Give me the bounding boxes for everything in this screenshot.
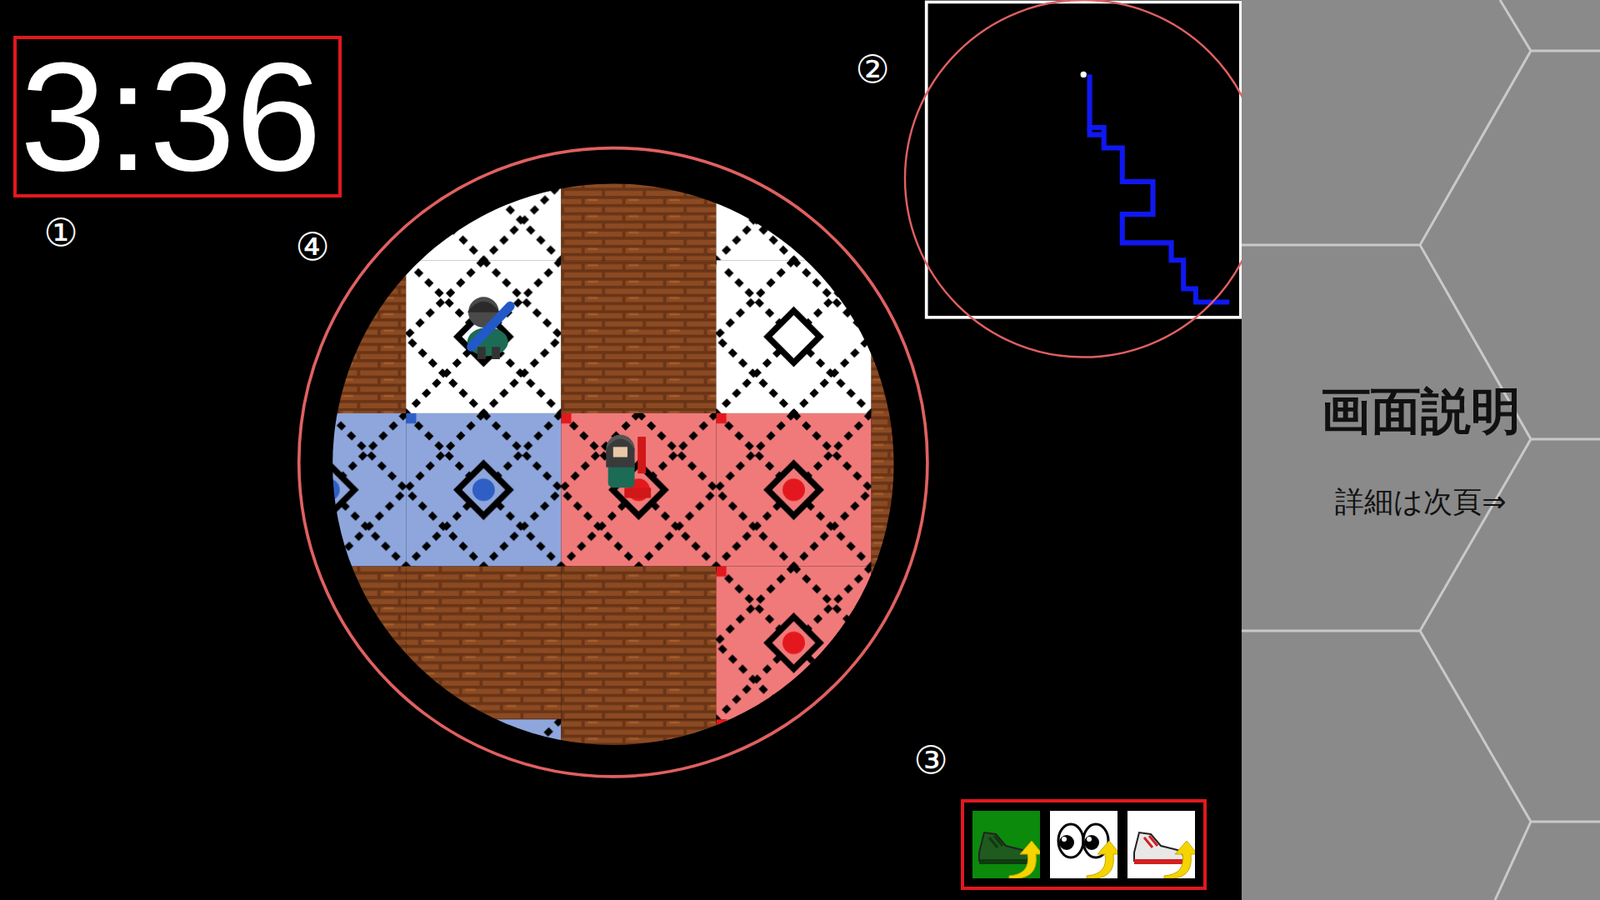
item-slot[interactable] [972, 810, 1040, 879]
panel-title: 画面説明 [1320, 380, 1521, 441]
player-character-icon [605, 435, 651, 499]
item-slot[interactable] [1127, 810, 1195, 879]
shoes-item-icon[interactable] [1127, 810, 1195, 879]
info-panel: 画面説明詳細は次頁⇒ [1241, 0, 1600, 900]
annotation-number: ① [43, 211, 78, 255]
speed-item-icon[interactable] [972, 810, 1040, 879]
minimap [926, 1, 1241, 317]
item-slot[interactable] [1050, 810, 1118, 879]
panel-text: 画面説明詳細は次頁⇒ [1320, 380, 1521, 520]
enemy-character-icon [467, 296, 510, 360]
annotation-number: ③ [913, 739, 948, 782]
annotation-number: ④ [295, 225, 330, 269]
timer: 3:36 [13, 35, 342, 198]
annotation-number: ② [855, 48, 890, 91]
game-area: 3:36 ① ② ③ ④ [0, 0, 1242, 900]
screen: 3:36 ① ② ③ ④ 画面説明詳細は次頁⇒ [0, 0, 1600, 900]
vision-item-icon[interactable] [1050, 810, 1118, 879]
panel-subtitle: 詳細は次頁⇒ [1335, 484, 1506, 520]
hexagon-pattern [1241, 0, 1600, 900]
item-bar [960, 799, 1207, 890]
